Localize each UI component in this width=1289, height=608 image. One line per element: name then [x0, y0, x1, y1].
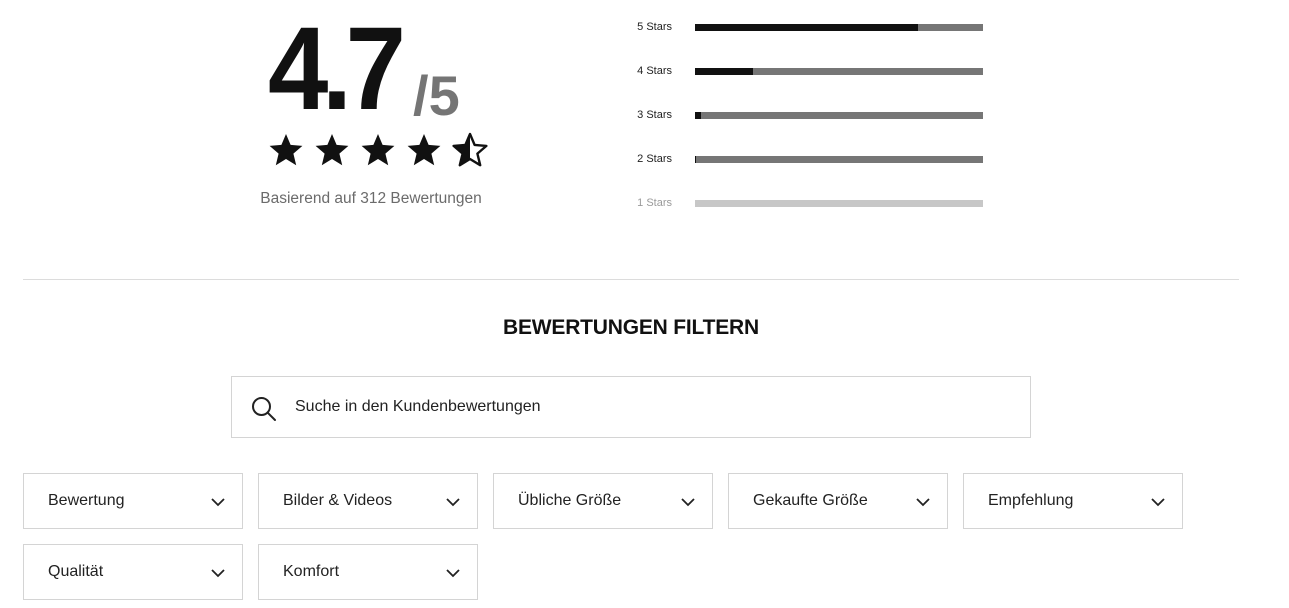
distribution-bar-fill: [695, 68, 753, 75]
distribution-label: 5 Stars: [637, 21, 672, 33]
filter-dropdown-media[interactable]: Bilder & Videos: [258, 473, 478, 529]
chevron-down-icon: [1151, 498, 1165, 507]
star-rating: [268, 132, 488, 168]
chevron-down-icon: [211, 569, 225, 578]
dropdown-label: Übliche Größe: [518, 492, 622, 509]
dropdown-label: Komfort: [283, 563, 340, 580]
overall-rating: 4.7 /5: [268, 8, 460, 128]
filter-dropdown-recommendation[interactable]: Empfehlung: [963, 473, 1183, 529]
filter-dropdown-rating[interactable]: Bewertung: [23, 473, 243, 529]
distribution-label: 2 Stars: [637, 153, 672, 165]
filter-dropdown-purchased-size[interactable]: Gekaufte Größe: [728, 473, 948, 529]
search-icon[interactable]: [250, 395, 278, 423]
section-divider: [23, 279, 1239, 280]
distribution-row-3[interactable]: 3 Stars: [600, 107, 990, 127]
distribution-bar-fill: [695, 24, 919, 31]
distribution-bar: [695, 112, 983, 119]
dropdown-label: Gekaufte Größe: [753, 492, 868, 509]
star-full-icon: [361, 134, 395, 166]
star-full-icon: [269, 134, 303, 166]
dropdown-label: Empfehlung: [988, 492, 1074, 509]
rating-max: /5: [413, 64, 460, 127]
dropdown-label: Qualität: [48, 563, 104, 580]
chevron-down-icon: [681, 498, 695, 507]
chevron-down-icon: [446, 569, 460, 578]
distribution-label: 4 Stars: [637, 65, 672, 77]
filter-heading: BEWERTUNGEN FILTERN: [503, 316, 759, 339]
distribution-row-5[interactable]: 5 Stars: [600, 19, 990, 39]
chevron-down-icon: [211, 498, 225, 507]
star-full-icon: [315, 134, 349, 166]
distribution-label: 1 Stars: [637, 197, 672, 209]
distribution-row-2[interactable]: 2 Stars: [600, 151, 990, 171]
filter-dropdown-comfort[interactable]: Komfort: [258, 544, 478, 600]
search-input[interactable]: [295, 377, 1015, 437]
distribution-label: 3 Stars: [637, 109, 672, 121]
distribution-bar-fill: [695, 112, 701, 119]
distribution-row-4[interactable]: 4 Stars: [600, 63, 990, 83]
distribution-bar: [695, 24, 983, 31]
dropdown-label: Bilder & Videos: [283, 492, 393, 509]
reviews-summary-page: 4.7 /5 Basierend auf 312 Bewertungen 5 S…: [0, 0, 1289, 608]
distribution-bar: [695, 68, 983, 75]
rating-value: 4.7: [268, 3, 406, 135]
star-half-icon: [452, 132, 488, 167]
review-count-text: Basierend auf 312 Bewertungen: [260, 190, 482, 207]
filter-dropdown-quality[interactable]: Qualität: [23, 544, 243, 600]
star-full-icon: [407, 134, 441, 166]
dropdown-label: Bewertung: [48, 492, 125, 509]
filter-dropdown-usual-size[interactable]: Übliche Größe: [493, 473, 713, 529]
distribution-bar-fill: [695, 156, 697, 163]
distribution-bar: [695, 200, 983, 207]
chevron-down-icon: [446, 498, 460, 507]
review-search-box[interactable]: [231, 376, 1031, 438]
distribution-bar: [695, 156, 983, 163]
chevron-down-icon: [916, 498, 930, 507]
distribution-row-1: 1 Stars: [600, 195, 990, 215]
